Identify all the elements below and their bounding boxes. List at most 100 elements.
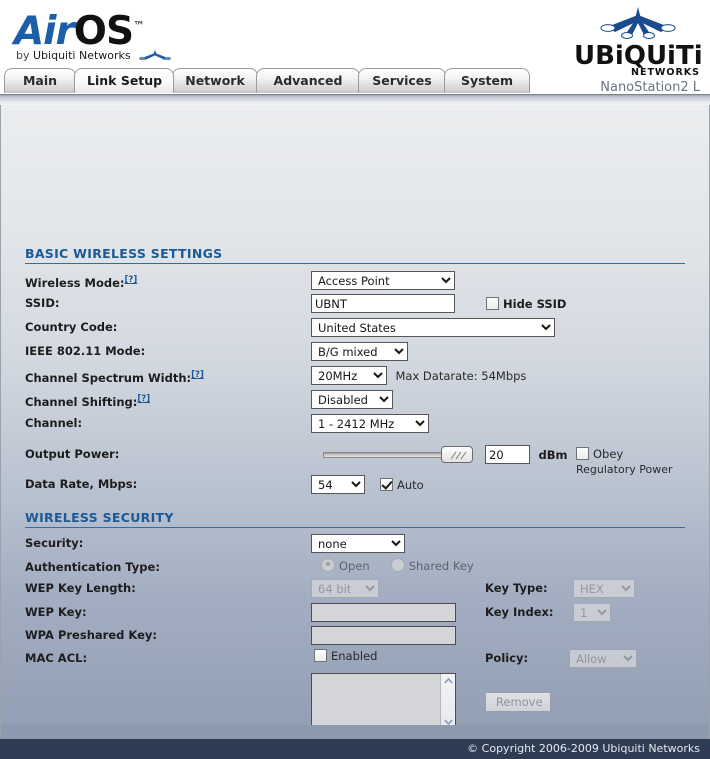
tab-system[interactable]: System	[444, 68, 530, 93]
settings-content-panel: BASIC WIRELESS SETTINGS Wireless Mode:[?…	[0, 105, 710, 725]
ieee-mode-select[interactable]: B/G mixed	[311, 342, 408, 361]
hide-ssid-label: Hide SSID	[503, 296, 567, 311]
remove-button-wrap: Remove	[485, 692, 551, 712]
tagline-company: Ubiquiti Networks	[33, 49, 131, 62]
tab-advanced[interactable]: Advanced	[256, 68, 360, 93]
auth-type-open-label: Open	[339, 559, 370, 573]
footer-spacer	[0, 725, 710, 739]
help-link-channel-shifting[interactable]: [?]	[137, 394, 150, 404]
label-channel-shifting-text: Channel Shifting:	[25, 394, 138, 409]
airos-logo: AirOS™ by Ubiquiti Networks	[14, 6, 244, 64]
label-ssid: SSID:	[25, 296, 60, 310]
auth-type-shared-key-radio[interactable]	[390, 558, 405, 572]
label-policy: Policy:	[485, 651, 529, 665]
row-channel: Channel: 1 - 2412 MHz	[1, 414, 709, 436]
ubiquiti-wordmark: UBiQUiTi	[574, 41, 703, 71]
wep-key-input[interactable]	[311, 603, 456, 622]
row-output-power: Output Power: dBm Ob	[1, 445, 709, 479]
row-ieee-mode: IEEE 802.11 Mode: B/G mixed	[1, 342, 709, 364]
copyright-text: © Copyright 2006-2009 Ubiquiti Networks	[467, 742, 700, 755]
help-link-wireless-mode[interactable]: [?]	[125, 275, 138, 285]
obey-regulatory-power-group: Obey Regulatory Power	[576, 447, 701, 477]
label-wep-key: WEP Key:	[25, 605, 87, 619]
label-key-type: Key Type:	[485, 581, 548, 595]
hide-ssid-checkbox[interactable]	[486, 296, 499, 310]
airos-wordmark: AirOS™	[14, 6, 244, 52]
row-security-mode: Security: none	[1, 534, 709, 556]
tab-main[interactable]: Main	[4, 68, 76, 93]
label-wireless-mode-text: Wireless Mode:	[25, 275, 125, 290]
policy-select[interactable]: Allow	[569, 649, 637, 668]
row-wep-key-length: WEP Key Length: 64 bit Key Type: HEX	[1, 579, 709, 601]
label-auth-type: Authentication Type:	[25, 560, 160, 574]
remove-button[interactable]: Remove	[485, 692, 551, 712]
scroll-down-icon[interactable]	[444, 717, 453, 725]
label-channel: Channel:	[25, 416, 83, 430]
scroll-up-icon[interactable]	[444, 677, 453, 686]
mac-acl-enabled-checkbox[interactable]	[314, 649, 327, 662]
row-ssid: SSID: Hide SSID	[1, 294, 709, 316]
trademark-symbol: ™	[133, 19, 145, 33]
label-key-index: Key Index:	[485, 605, 554, 619]
data-rate-auto-label: Auto	[397, 477, 424, 492]
airos-tagline: by Ubiquiti Networks	[16, 49, 172, 64]
output-power-unit: dBm	[538, 447, 568, 462]
mac-acl-listbox[interactable]	[311, 673, 456, 725]
help-link-spectrum-width[interactable]: [?]	[191, 370, 204, 380]
label-country-code: Country Code:	[25, 320, 118, 334]
tagline-by: by	[16, 49, 30, 62]
label-wpa-preshared-key: WPA Preshared Key:	[25, 628, 157, 642]
security-mode-select[interactable]: none	[311, 534, 405, 553]
wep-key-length-select[interactable]: 64 bit	[311, 579, 379, 598]
channel-shifting-select[interactable]: Disabled	[311, 390, 393, 409]
ubiquiti-dish-icon	[574, 5, 702, 42]
label-wireless-mode: Wireless Mode:[?]	[25, 271, 137, 292]
row-channel-shifting: Channel Shifting:[?] Disabled	[1, 390, 709, 412]
obey-label-line1: Obey	[593, 447, 624, 461]
mac-acl-enabled-label: Enabled	[331, 649, 378, 663]
row-data-rate: Data Rate, Mbps: 54 Auto	[1, 475, 709, 497]
tab-underline-bar	[0, 94, 710, 105]
max-datarate-text: Max Datarate: 54Mbps	[395, 368, 527, 383]
label-wep-key-length: WEP Key Length:	[25, 581, 136, 595]
section-header-basic-wireless: BASIC WIRELESS SETTINGS	[25, 246, 685, 264]
channel-select[interactable]: 1 - 2412 MHz	[311, 414, 429, 433]
key-index-select[interactable]: 1	[573, 603, 611, 622]
auth-type-open-radio[interactable]	[321, 558, 335, 572]
slider-grip-icon	[450, 451, 467, 460]
row-auth-type: Authentication Type: Open Shared Key	[1, 558, 709, 580]
country-code-select[interactable]: United States	[311, 318, 555, 337]
row-country-code: Country Code: United States	[1, 318, 709, 340]
output-power-slider-handle[interactable]	[441, 446, 473, 463]
row-wep-key: WEP Key: Key Index: 1	[1, 603, 709, 625]
antenna-icon	[138, 49, 172, 64]
row-spectrum-width: Channel Spectrum Width:[?] 20MHz Max Dat…	[1, 366, 709, 388]
label-security-mode: Security:	[25, 536, 84, 550]
mac-acl-scrollbar[interactable]	[440, 674, 455, 725]
obey-regulatory-power-checkbox[interactable]	[576, 447, 589, 460]
label-ieee-mode: IEEE 802.11 Mode:	[25, 344, 146, 358]
wpa-preshared-key-input[interactable]	[311, 626, 456, 645]
key-type-select[interactable]: HEX	[573, 579, 635, 598]
airos-config-page: AirOS™ by Ubiquiti Networks UBiQUiTi NET…	[0, 0, 710, 759]
airos-os-text: OS	[73, 9, 134, 54]
label-data-rate: Data Rate, Mbps:	[25, 477, 138, 491]
section-header-wireless-security: WIRELESS SECURITY	[25, 510, 685, 528]
row-wireless-mode: Wireless Mode:[?] Access Point	[1, 271, 709, 293]
label-mac-acl: MAC ACL:	[25, 651, 88, 665]
ssid-input[interactable]	[311, 294, 455, 313]
auth-type-shared-key-label: Shared Key	[408, 559, 474, 573]
tab-link-setup[interactable]: Link Setup	[74, 68, 174, 93]
tab-services[interactable]: Services	[358, 68, 446, 93]
airos-air-text: Air	[14, 9, 75, 54]
spectrum-width-select[interactable]: 20MHz	[311, 366, 387, 385]
label-output-power: Output Power:	[25, 447, 120, 461]
label-spectrum-width-text: Channel Spectrum Width:	[25, 370, 192, 385]
row-wpa-preshared-key: WPA Preshared Key:	[1, 626, 709, 648]
output-power-value-input[interactable]	[485, 445, 530, 464]
data-rate-select[interactable]: 54	[311, 475, 365, 494]
data-rate-auto-checkbox[interactable]	[380, 477, 393, 491]
row-mac-acl: MAC ACL: Enabled Policy: Allow	[1, 649, 709, 671]
wireless-mode-select[interactable]: Access Point	[311, 271, 455, 290]
tab-network[interactable]: Network	[172, 68, 258, 93]
